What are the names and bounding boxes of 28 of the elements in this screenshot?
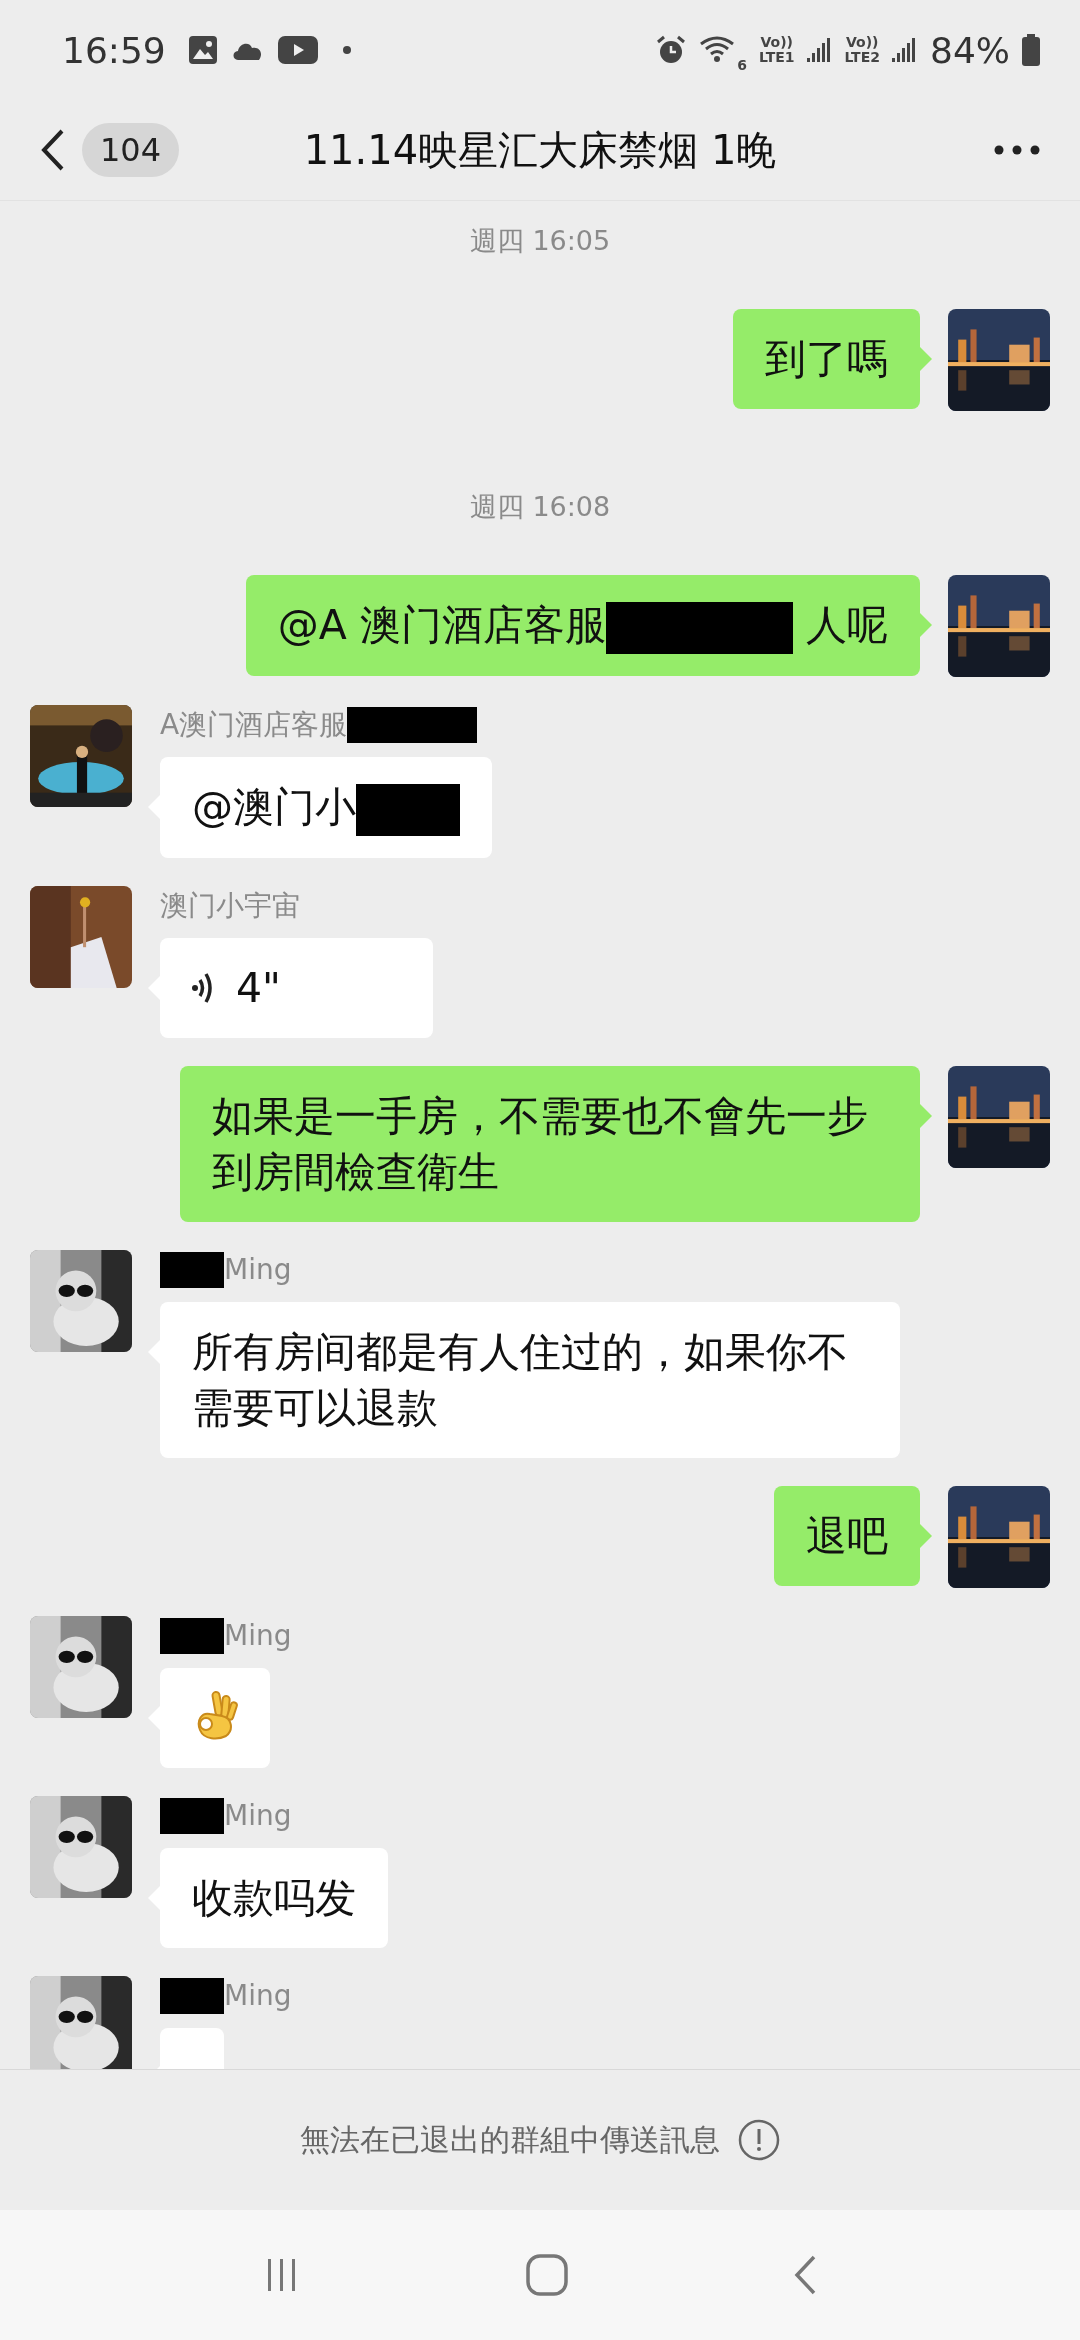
message-text: 收款吗发 bbox=[192, 1874, 356, 1922]
message-text: @A 澳门酒店客服 bbox=[277, 601, 606, 649]
timestamp: 週四 16:08 bbox=[469, 490, 611, 524]
message-text: 到了嗎 bbox=[765, 335, 888, 383]
status-time: 16:59 bbox=[62, 29, 166, 71]
unread-badge: 104 bbox=[82, 123, 180, 177]
volte-label: Vo)) bbox=[846, 35, 879, 50]
chat-title: 11.14映星汇大床禁烟 1晚 bbox=[302, 125, 778, 175]
message-text: @澳门小 bbox=[192, 783, 356, 831]
wifi-label: 6 bbox=[737, 57, 748, 73]
message-text: 退吧 bbox=[806, 1512, 888, 1560]
volte-label: Vo)) bbox=[760, 35, 793, 50]
sender-name: 澳门小宇宙 bbox=[160, 888, 300, 924]
network-label: LTE2 bbox=[844, 50, 880, 65]
voice-duration: 4" bbox=[236, 963, 281, 1014]
timestamp: 週四 16:05 bbox=[469, 224, 611, 258]
network-label: LTE1 bbox=[759, 50, 795, 65]
sender-name: Ming bbox=[224, 1798, 292, 1834]
message-text: 如果是一手房，不需要也不會先一步到房間檢查衛生 bbox=[212, 1092, 868, 1196]
voice-message[interactable]: 4" bbox=[160, 938, 433, 1038]
message-text: 所有房间都是有人住过的，如果你不需要可以退款 bbox=[192, 1328, 848, 1432]
sender-name: Ming bbox=[224, 1252, 292, 1288]
message-text: 人呢 bbox=[805, 601, 888, 649]
sender-name: Ming bbox=[224, 1978, 292, 2014]
sender-name: A澳门酒店客服 bbox=[160, 707, 348, 743]
battery-level: 84% bbox=[930, 29, 1010, 71]
notice-text: 無法在已退出的群組中傳送訊息 bbox=[300, 2120, 720, 2159]
sender-name: Ming bbox=[224, 1618, 292, 1654]
